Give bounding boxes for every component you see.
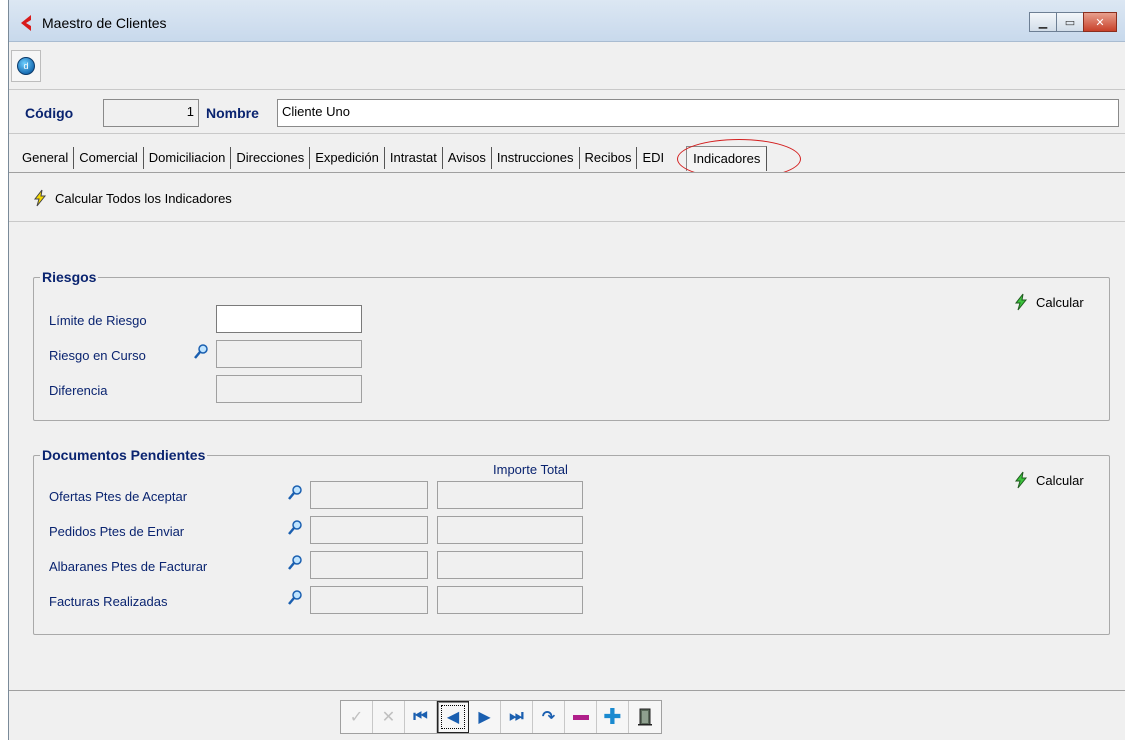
tab-comercial[interactable]: Comercial (74, 147, 144, 169)
calculate-all-label: Calcular Todos los Indicadores (55, 190, 232, 206)
nombre-label: Nombre (206, 105, 259, 121)
diferencia-field (216, 375, 362, 403)
search-icon[interactable] (286, 554, 304, 572)
next-record-button[interactable]: ▶ (469, 701, 501, 733)
tab-expedicion[interactable]: Expedición (310, 147, 385, 169)
search-icon[interactable] (192, 343, 210, 361)
riesgo-curso-field (216, 340, 362, 368)
search-icon[interactable] (286, 484, 304, 502)
tab-domiciliacion[interactable]: Domiciliacion (144, 147, 232, 169)
diferencia-label: Diferencia (49, 383, 108, 398)
lightning-icon (1014, 293, 1028, 311)
maximize-button[interactable]: ▭ (1056, 12, 1084, 32)
minimize-icon: ▁ (1038, 16, 1048, 29)
minus-icon (572, 714, 589, 720)
tab-instrucciones[interactable]: Instrucciones (492, 147, 580, 169)
documentos-calculate-button[interactable]: Calcular (1012, 471, 1084, 489)
refresh-icon: ↷ (541, 709, 556, 726)
tab-indicadores[interactable]: Indicadores (677, 138, 802, 179)
prior-record-button[interactable]: ◀ (437, 701, 469, 733)
pedidos-importe-field (437, 516, 583, 544)
lightning-icon (33, 189, 47, 207)
documentos-title: Documentos Pendientes (40, 447, 208, 463)
minimize-button[interactable]: ▁ (1029, 12, 1057, 32)
ofertas-importe-field (437, 481, 583, 509)
plus-icon: ✚ (603, 704, 622, 729)
riesgos-calculate-label: Calcular (1036, 294, 1084, 310)
insert-record-button[interactable]: ✚ (597, 701, 629, 733)
facturas-importe-field (437, 586, 583, 614)
globe-icon: d (17, 57, 35, 75)
cross-icon: ✕ (381, 709, 396, 726)
nombre-field[interactable]: Cliente Uno (277, 99, 1119, 127)
search-icon[interactable] (286, 589, 304, 607)
tab-avisos[interactable]: Avisos (443, 147, 492, 169)
riesgos-group: Riesgos Límite de Riesgo Riesgo en Curso… (33, 269, 1110, 421)
albaranes-count-field (310, 551, 428, 579)
riesgos-title: Riesgos (40, 269, 99, 285)
ofertas-count-field (310, 481, 428, 509)
main-window: Maestro de Clientes ▁ ▭ ✕ d Código 1 Nom… (8, 0, 1125, 740)
title-bar[interactable]: Maestro de Clientes ▁ ▭ ✕ (9, 0, 1125, 42)
tab-recibos[interactable]: Recibos (580, 147, 638, 169)
prior-icon: ◀ (446, 709, 460, 726)
next-icon: ▶ (478, 709, 491, 726)
albaranes-label: Albaranes Ptes de Facturar (49, 559, 208, 574)
ofertas-label: Ofertas Ptes de Aceptar (49, 489, 188, 504)
indicators-bar: Calcular Todos los Indicadores (9, 172, 1125, 222)
limite-riesgo-label: Límite de Riesgo (49, 313, 147, 328)
app-logo-icon (21, 15, 31, 31)
delete-record-button[interactable] (565, 701, 597, 733)
last-icon: ⏭ (509, 708, 524, 725)
riesgos-calculate-button[interactable]: Calcular (1012, 293, 1084, 311)
albaranes-importe-field (437, 551, 583, 579)
maximize-icon: ▭ (1064, 16, 1076, 29)
navigator-bar: ✓ ✕ ⏮ ◀ ▶ ⏭ ↷ ✚ (9, 690, 1125, 740)
last-record-button[interactable]: ⏭ (501, 701, 533, 733)
search-icon[interactable] (286, 519, 304, 537)
riesgo-curso-label: Riesgo en Curso (49, 348, 146, 363)
tab-edi[interactable]: EDI (637, 147, 678, 169)
limite-riesgo-input[interactable] (216, 305, 362, 333)
first-icon: ⏮ (413, 708, 428, 725)
header-row: Código 1 Nombre Cliente Uno (9, 92, 1125, 134)
close-icon: ✕ (1095, 16, 1105, 29)
confirm-button[interactable]: ✓ (341, 701, 373, 733)
tab-general[interactable]: General (17, 147, 75, 169)
tab-intrastat[interactable]: Intrastat (385, 147, 443, 169)
tab-strip: General Comercial Domiciliacion Direccio… (17, 138, 802, 179)
documentos-calculate-label: Calcular (1036, 472, 1084, 488)
calculate-all-button[interactable]: Calcular Todos los Indicadores (31, 189, 232, 207)
info-button[interactable]: d (11, 50, 41, 82)
close-button[interactable]: ✕ (1083, 12, 1117, 32)
toolbar: d (9, 43, 1125, 90)
window-controls: ▁ ▭ ✕ (1029, 12, 1117, 32)
lightning-icon (1014, 471, 1028, 489)
refresh-button[interactable]: ↷ (533, 701, 565, 733)
check-icon: ✓ (349, 709, 364, 726)
exit-button[interactable] (629, 701, 661, 733)
facturas-count-field (310, 586, 428, 614)
pedidos-count-field (310, 516, 428, 544)
importe-total-header: Importe Total (493, 462, 568, 477)
documentos-group: Documentos Pendientes Importe Total Calc… (33, 447, 1110, 635)
window-title: Maestro de Clientes (42, 15, 167, 31)
record-navigator: ✓ ✕ ⏮ ◀ ▶ ⏭ ↷ ✚ (340, 700, 662, 734)
tab-direcciones[interactable]: Direcciones (231, 147, 311, 169)
pedidos-label: Pedidos Ptes de Enviar (49, 524, 185, 539)
codigo-label: Código (25, 105, 74, 121)
cancel-edit-button[interactable]: ✕ (373, 701, 405, 733)
facturas-label: Facturas Realizadas (49, 594, 168, 609)
codigo-field[interactable]: 1 (103, 99, 199, 127)
first-record-button[interactable]: ⏮ (405, 701, 437, 733)
door-icon (638, 708, 652, 726)
